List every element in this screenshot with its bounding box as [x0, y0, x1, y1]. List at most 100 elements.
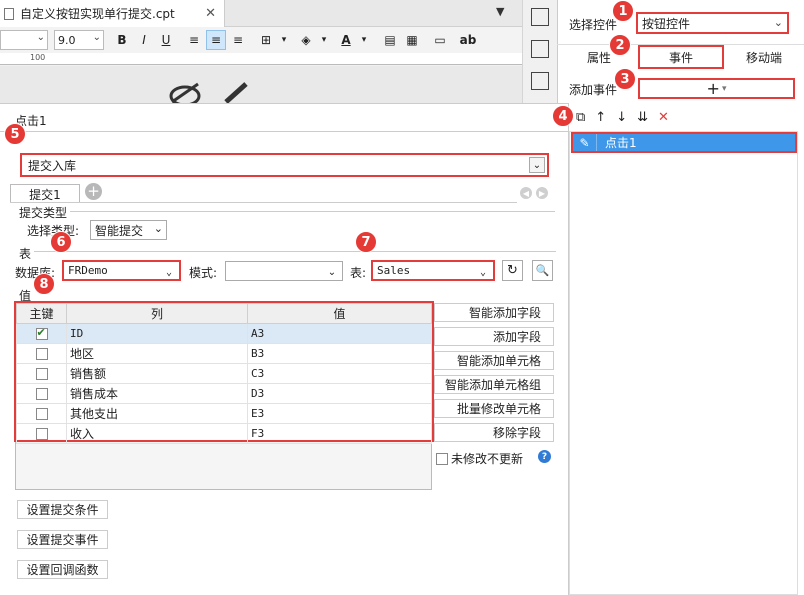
underline-button[interactable]: U — [156, 30, 176, 50]
fill-dropdown-icon[interactable]: ▾ — [318, 30, 330, 50]
batch-modify-cell-button[interactable]: 批量修改单元格 — [434, 399, 554, 418]
no-change-label: 未修改不更新 — [451, 452, 524, 466]
tab-mobile[interactable]: 移动端 — [724, 45, 804, 69]
font-size-select[interactable]: 9.0 ⌄ — [54, 30, 104, 50]
primary-key-checkbox[interactable] — [35, 368, 48, 380]
prev-tab-icon[interactable]: ◀ — [520, 187, 532, 199]
submit-type-dropdown[interactable]: 提交入库 ⌄ — [20, 153, 549, 177]
text-ab-button[interactable]: ab — [458, 30, 478, 50]
value-cell[interactable]: F3 — [247, 423, 432, 444]
step-badge-3: 3 — [614, 68, 636, 90]
column-cell[interactable]: 地区 — [66, 343, 248, 364]
select-type-value: 智能提交 — [95, 223, 144, 238]
layout-icon[interactable] — [531, 72, 549, 90]
event-list-item[interactable]: ✎ 点击1 — [571, 132, 797, 153]
column-cell[interactable]: 销售额 — [66, 363, 248, 384]
value-cell[interactable]: C3 — [247, 363, 432, 384]
no-change-no-update-option[interactable]: 未修改不更新 — [436, 450, 523, 467]
cell-attributes-icon[interactable] — [531, 40, 549, 58]
chevron-down-icon: ⌄ — [773, 16, 783, 29]
add-field-button[interactable]: 添加字段 — [434, 327, 554, 346]
refresh-icon[interactable]: ↻ — [502, 260, 523, 281]
move-down-icon[interactable]: ↓ — [616, 110, 627, 125]
select-type-dropdown[interactable]: 智能提交 ⌄ — [90, 220, 167, 240]
file-tab-label: 自定义按钮实现单行提交.cpt — [20, 7, 175, 21]
align-left-icon[interactable]: ≡ — [184, 30, 204, 50]
move-bottom-icon[interactable]: ⇊ — [637, 110, 648, 125]
delete-icon[interactable]: ✕ — [658, 110, 669, 125]
smart-add-cell-button[interactable]: 智能添加单元格 — [434, 351, 554, 370]
split-cells-icon[interactable]: ▦ — [402, 30, 422, 50]
next-tab-icon[interactable]: ▶ — [536, 187, 548, 199]
step-badge-5: 5 — [4, 123, 26, 145]
border-icon[interactable]: ⊞ — [256, 30, 276, 50]
widget-settings-icon[interactable] — [531, 8, 549, 26]
tab-event[interactable]: 事件 — [638, 45, 724, 69]
column-cell[interactable]: 销售成本 — [66, 383, 248, 404]
column-cell[interactable]: 其他支出 — [66, 403, 248, 424]
add-event-button[interactable]: + ▾ — [638, 78, 795, 99]
table-row[interactable]: 销售成本 D3 — [16, 383, 432, 404]
table-row[interactable]: ID A3 — [16, 323, 432, 344]
edit-pencil-icon — [224, 82, 248, 104]
text-color-button[interactable]: A — [336, 30, 356, 50]
close-icon[interactable]: ✕ — [205, 6, 216, 21]
set-submit-event-button[interactable]: 设置提交事件 — [17, 530, 108, 549]
merge-cells-icon[interactable]: ▤ — [380, 30, 400, 50]
move-up-icon[interactable]: ↑ — [595, 110, 606, 125]
value-cell[interactable]: E3 — [247, 403, 432, 424]
table-dropdown[interactable]: Sales ⌄ — [371, 260, 495, 281]
select-control-label: 选择控件 — [569, 18, 618, 32]
step-badge-8: 8 — [33, 273, 55, 295]
no-change-checkbox[interactable] — [436, 452, 448, 465]
database-dropdown[interactable]: FRDemo ⌄ — [62, 260, 181, 281]
value-cell[interactable]: D3 — [247, 383, 432, 404]
remove-field-button[interactable]: 移除字段 — [434, 423, 554, 442]
divider — [10, 202, 517, 203]
column-header-value[interactable]: 值 — [247, 303, 432, 324]
italic-button[interactable]: I — [134, 30, 154, 50]
table-label: 表: — [350, 266, 367, 280]
mode-label: 模式: — [189, 266, 218, 280]
select-control-dropdown[interactable]: 按钮控件 ⌄ — [636, 12, 789, 34]
preview-table-icon[interactable]: 🔍 — [532, 260, 553, 281]
bold-button[interactable]: B — [112, 30, 132, 50]
table-row[interactable]: 销售额 C3 — [16, 363, 432, 384]
column-cell[interactable]: 收入 — [66, 423, 248, 444]
divider — [34, 251, 556, 252]
align-center-icon[interactable]: ≡ — [206, 30, 226, 50]
primary-key-checkbox[interactable] — [35, 428, 48, 440]
tab-submit-1[interactable]: 提交1 — [10, 184, 80, 203]
table-row[interactable]: 地区 B3 — [16, 343, 432, 364]
smart-add-cell-group-button[interactable]: 智能添加单元格组 — [434, 375, 554, 394]
table-row[interactable]: 收入 F3 — [16, 423, 432, 444]
column-cell[interactable]: ID — [66, 323, 248, 344]
value-cell[interactable]: B3 — [247, 343, 432, 364]
divider — [70, 211, 555, 212]
add-tab-icon[interactable]: + — [85, 183, 102, 200]
tab-menu-icon[interactable]: ▼ — [496, 5, 504, 18]
value-cell[interactable]: A3 — [247, 323, 432, 344]
border-dropdown-icon[interactable]: ▾ — [278, 30, 290, 50]
font-family-select[interactable]: ⌄ — [0, 30, 48, 50]
set-submit-condition-button[interactable]: 设置提交条件 — [17, 500, 108, 519]
fill-color-icon[interactable]: ◈ — [296, 30, 316, 50]
primary-key-checkbox[interactable] — [35, 408, 48, 420]
primary-key-checkbox[interactable] — [35, 388, 48, 400]
primary-key-checkbox[interactable] — [35, 348, 48, 360]
copy-icon[interactable]: ⧉ — [576, 110, 585, 125]
set-callback-button[interactable]: 设置回调函数 — [17, 560, 108, 579]
help-icon[interactable]: ? — [538, 450, 551, 463]
smart-add-field-button[interactable]: 智能添加字段 — [434, 303, 554, 322]
align-right-icon[interactable]: ≡ — [228, 30, 248, 50]
text-color-dropdown-icon[interactable]: ▾ — [358, 30, 370, 50]
dropdown-icon: ▾ — [721, 83, 727, 94]
insert-icon[interactable]: ▭ — [430, 30, 450, 50]
column-header-pk[interactable]: 主键 — [16, 303, 67, 324]
primary-key-checkbox[interactable] — [35, 326, 48, 340]
column-header-column[interactable]: 列 — [66, 303, 248, 324]
table-row[interactable]: 其他支出 E3 — [16, 403, 432, 424]
field-grid: 主键 列 值 ID A3 地区 B3 销售额 C3 — [14, 301, 434, 444]
file-tab[interactable]: 自定义按钮实现单行提交.cpt ✕ — [0, 0, 225, 27]
mode-dropdown[interactable]: ⌄ — [225, 261, 343, 281]
